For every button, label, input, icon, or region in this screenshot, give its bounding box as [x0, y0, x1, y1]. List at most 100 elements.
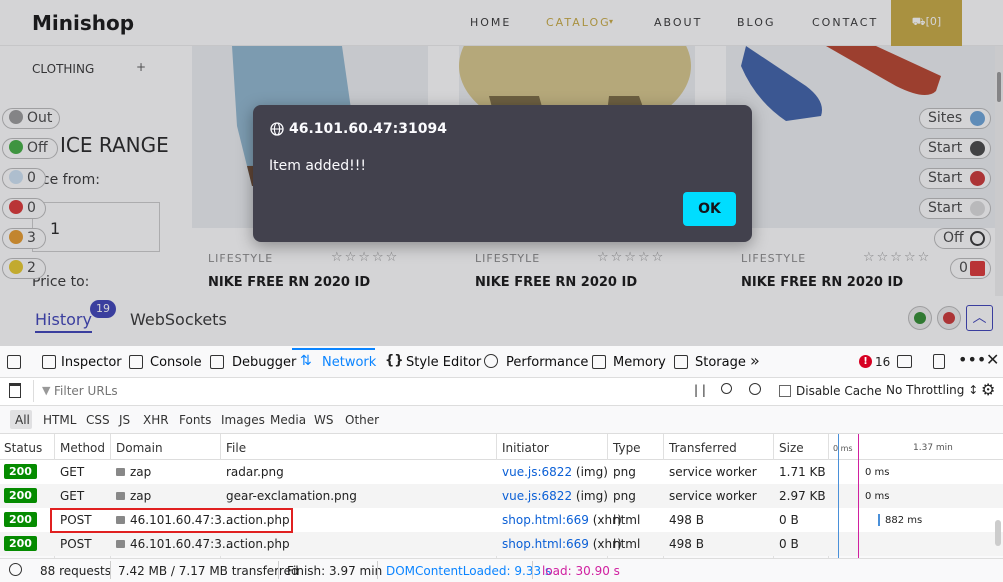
settings-gear-icon[interactable]: ⚙ — [981, 380, 995, 399]
status-badge: 200 — [4, 536, 37, 551]
block-icon[interactable] — [749, 383, 761, 395]
tab-network[interactable]: Network — [322, 355, 376, 370]
timeline-end-label: 1.37 min — [913, 443, 953, 453]
type-cell: png — [613, 489, 636, 503]
lock-icon — [116, 492, 125, 500]
pause-icon[interactable]: | | — [694, 383, 706, 397]
tab-inspector[interactable]: Inspector — [61, 355, 122, 370]
lock-icon — [116, 468, 125, 476]
file-cell: gear-exclamation.png — [226, 489, 357, 503]
load-time: load: 30.90 s — [542, 564, 620, 578]
filter-urls-input[interactable] — [54, 381, 654, 401]
console-icon — [129, 355, 143, 369]
type-cell: html — [613, 513, 641, 527]
size-cell: 0 B — [779, 513, 799, 527]
timing-label: 0 ms — [865, 467, 890, 478]
error-count[interactable]: 16 — [875, 355, 890, 369]
tab-performance[interactable]: Performance — [506, 355, 588, 370]
footer-divider — [110, 561, 111, 579]
initiator-link[interactable]: shop.html:669 — [502, 513, 589, 527]
domain-cell: zap — [116, 465, 151, 479]
lock-icon — [116, 540, 125, 548]
throttling-select[interactable]: No Throttling ↕ — [886, 383, 978, 397]
filter-css[interactable]: CSS — [86, 413, 110, 427]
filter-other[interactable]: Other — [345, 413, 379, 427]
dialog-message: Item added!!! — [269, 158, 367, 174]
col-type[interactable]: Type — [613, 441, 641, 455]
tab-debugger[interactable]: Debugger — [232, 355, 296, 370]
filter-media[interactable]: Media — [270, 413, 306, 427]
filter-fonts[interactable]: Fonts — [179, 413, 211, 427]
transferred-cell: service worker — [669, 465, 757, 479]
requests-count: 88 requests — [40, 564, 111, 578]
footer-divider — [532, 561, 533, 579]
col-file[interactable]: File — [226, 441, 246, 455]
table-row[interactable]: 200 POST 46.101.60.47:3... action.php sh… — [0, 532, 1003, 556]
dialog-title: 46.101.60.47:31094 — [289, 121, 447, 137]
transferred-cell: 498 B — [669, 513, 704, 527]
disable-cache-checkbox[interactable] — [779, 385, 791, 397]
ok-button[interactable]: OK — [683, 192, 736, 226]
domain-text: zap — [130, 489, 152, 503]
error-icon: ! — [859, 355, 872, 368]
dom-loaded-marker — [838, 434, 839, 558]
col-status[interactable]: Status — [4, 441, 42, 455]
col-method[interactable]: Method — [60, 441, 105, 455]
table-scrollbar[interactable] — [995, 520, 1001, 546]
style-editor-icon: {} — [385, 353, 404, 368]
more-tabs-chevron-icon[interactable]: » — [750, 351, 760, 370]
filter-all[interactable]: All — [15, 413, 30, 427]
filter-xhr[interactable]: XHR — [143, 413, 169, 427]
domain-text: zap — [130, 465, 152, 479]
initiator-cell: shop.html:669 (xhr) — [502, 537, 622, 551]
domain-cell: zap — [116, 489, 151, 503]
col-domain[interactable]: Domain — [116, 441, 163, 455]
responsive-mode-icon[interactable] — [897, 355, 912, 368]
footer-divider — [278, 561, 279, 579]
disable-cache-label: Disable Cache — [796, 384, 882, 398]
filter-html[interactable]: HTML — [43, 413, 76, 427]
filter-images[interactable]: Images — [221, 413, 265, 427]
initiator-type: (img) — [575, 489, 608, 503]
load-marker — [858, 434, 859, 558]
debugger-icon — [210, 355, 224, 369]
method-cell: POST — [60, 537, 92, 551]
network-summary-footer: 88 requests 7.42 MB / 7.17 MB transferre… — [0, 558, 1003, 582]
highlight-box — [50, 508, 293, 533]
close-devtools-icon[interactable]: ✕ — [986, 350, 999, 369]
filter-ws[interactable]: WS — [314, 413, 333, 427]
type-cell: png — [613, 465, 636, 479]
domain-text: 46.101.60.47:3... — [130, 537, 234, 551]
tab-storage[interactable]: Storage — [695, 355, 746, 370]
tab-console[interactable]: Console — [150, 355, 202, 370]
search-icon[interactable] — [721, 383, 732, 394]
file-cell: action.php — [226, 537, 290, 551]
col-transferred[interactable]: Transferred — [669, 441, 737, 455]
dock-side-icon[interactable] — [933, 354, 945, 369]
filter-js[interactable]: JS — [119, 413, 130, 427]
element-picker-icon[interactable] — [7, 355, 21, 369]
filter-funnel-icon: ▼ — [42, 384, 51, 397]
col-size[interactable]: Size — [779, 441, 804, 455]
initiator-link[interactable]: vue.js:6822 — [502, 465, 572, 479]
inspector-icon — [42, 355, 56, 369]
method-cell: GET — [60, 489, 85, 503]
status-badge: 200 — [4, 512, 37, 527]
initiator-link[interactable]: vue.js:6822 — [502, 489, 572, 503]
trash-icon[interactable] — [9, 383, 21, 398]
table-row[interactable]: 200 GET zap gear-exclamation.png vue.js:… — [0, 484, 1003, 508]
transferred-cell: 498 B — [669, 537, 704, 551]
timing-label: 882 ms — [885, 515, 923, 526]
table-row[interactable]: 200 GET zap radar.png vue.js:6822 (img) … — [0, 460, 1003, 484]
tab-memory[interactable]: Memory — [613, 355, 666, 370]
toolbar-divider — [33, 380, 34, 402]
size-cell: 0 B — [779, 537, 799, 551]
footer-divider — [377, 561, 378, 579]
tab-style-editor[interactable]: Style Editor — [406, 355, 481, 370]
col-initiator[interactable]: Initiator — [502, 441, 549, 455]
timing-label: 0 ms — [865, 491, 890, 502]
more-options-icon[interactable]: ••• — [958, 350, 986, 369]
network-arrows-icon: ⇅ — [300, 353, 312, 369]
initiator-link[interactable]: shop.html:669 — [502, 537, 589, 551]
globe-icon — [270, 122, 284, 136]
